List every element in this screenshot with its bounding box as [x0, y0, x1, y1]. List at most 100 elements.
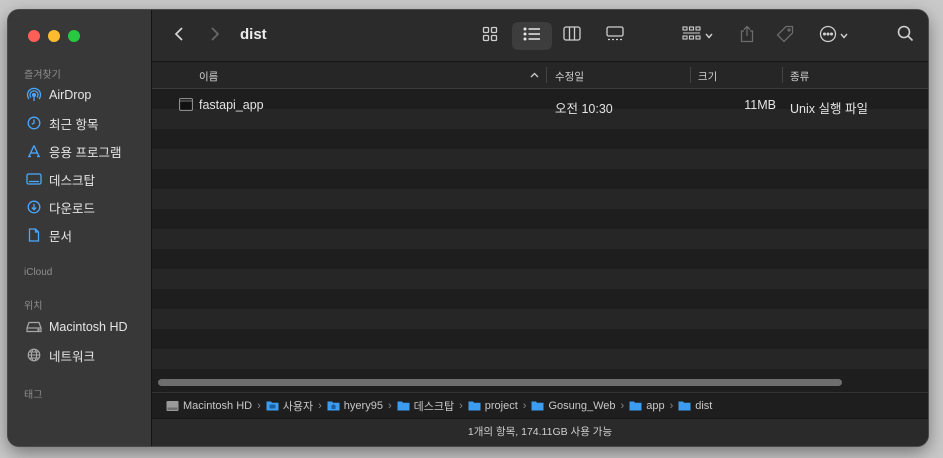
column-header-name[interactable]: 이름	[199, 69, 218, 84]
chevron-up-icon[interactable]	[530, 72, 539, 78]
path-crumb-users[interactable]: 사용자	[266, 398, 313, 414]
hard-drive-icon	[166, 400, 179, 412]
grid-icon	[482, 26, 498, 47]
zoom-button[interactable]	[68, 30, 80, 42]
share-button[interactable]	[734, 22, 760, 50]
file-modified: 오전 10:30	[555, 102, 613, 116]
sidebar-item-label: 데스크탑	[49, 173, 96, 188]
column-divider[interactable]	[690, 67, 691, 83]
sidebar-section-favorites: 즐겨찾기	[24, 70, 61, 81]
sidebar-section-locations: 위치	[24, 301, 43, 312]
desktop-icon	[26, 171, 42, 187]
folder-icon	[531, 400, 544, 411]
path-crumb-gosung-web[interactable]: Gosung_Web	[531, 400, 616, 412]
document-icon	[26, 227, 42, 243]
tag-button[interactable]	[772, 22, 798, 50]
path-crumb-home[interactable]: hyery95	[327, 400, 383, 412]
main-pane: dist 이름 수정일 크기 종류 fastapi_app 오전 10:30 1…	[152, 10, 928, 446]
traffic-lights	[28, 30, 80, 42]
close-button[interactable]	[28, 30, 40, 42]
path-separator: ›	[620, 399, 625, 412]
column-header-modified[interactable]: 수정일	[555, 69, 584, 84]
network-icon	[26, 347, 42, 363]
file-size: 11MB	[744, 98, 776, 112]
more-actions-button[interactable]	[814, 22, 852, 50]
chevron-down-icon	[839, 33, 848, 39]
path-separator: ›	[387, 399, 392, 412]
sidebar-item-label: 응용 프로그램	[49, 145, 122, 160]
toolbar: dist	[152, 10, 928, 62]
sidebar-item-macintosh-hd[interactable]: Macintosh HD	[18, 315, 144, 339]
table-row[interactable]: fastapi_app 오전 10:30 11MB Unix 실행 파일	[152, 95, 928, 116]
forward-button[interactable]	[202, 22, 228, 50]
search-button[interactable]	[892, 22, 918, 50]
horizontal-scrollbar[interactable]	[158, 377, 922, 387]
path-crumb-dist[interactable]: dist	[678, 400, 712, 412]
share-icon	[739, 25, 755, 48]
window-title: dist	[240, 26, 267, 43]
path-crumb-desktop[interactable]: 데스크탑	[397, 398, 454, 414]
folder-icon	[629, 400, 642, 411]
column-divider[interactable]	[546, 67, 547, 83]
list-icon	[523, 27, 541, 46]
ellipsis-circle-icon	[819, 25, 837, 48]
finder-window: 즐겨찾기 AirDrop 최근 항목 응용 프로그램 데스크탑 다운로드 문서 …	[8, 10, 928, 446]
sidebar-section-icloud: iCloud	[24, 267, 53, 278]
status-bar: 1개의 항목, 174.11GB 사용 가능	[152, 418, 928, 446]
path-separator: ›	[318, 399, 322, 412]
gallery-view-button[interactable]	[600, 22, 630, 50]
path-separator: ›	[522, 399, 527, 412]
group-button[interactable]	[676, 22, 718, 50]
column-header-size[interactable]: 크기	[698, 69, 717, 84]
chevron-left-icon	[174, 26, 184, 47]
column-divider[interactable]	[782, 67, 783, 83]
path-separator: ›	[257, 399, 261, 412]
sidebar-item-recents[interactable]: 최근 항목	[18, 111, 144, 135]
home-folder-icon	[327, 400, 340, 411]
folder-icon	[266, 400, 279, 411]
group-grid-icon	[681, 25, 702, 47]
download-icon	[26, 199, 42, 215]
sidebar: 즐겨찾기 AirDrop 최근 항목 응용 프로그램 데스크탑 다운로드 문서 …	[8, 10, 152, 446]
sidebar-item-documents[interactable]: 문서	[18, 223, 144, 247]
gallery-icon	[606, 26, 624, 46]
sidebar-item-label: 네트워크	[49, 349, 96, 364]
sidebar-item-label: AirDrop	[49, 88, 92, 102]
airdrop-icon	[26, 87, 42, 103]
applications-icon	[26, 143, 42, 159]
file-list: fastapi_app 오전 10:30 11MB Unix 실행 파일	[152, 89, 928, 375]
chevron-down-icon	[704, 33, 713, 39]
sidebar-item-label: 문서	[49, 229, 73, 244]
scrollbar-thumb[interactable]	[158, 379, 842, 386]
minimize-button[interactable]	[48, 30, 60, 42]
folder-icon	[468, 400, 481, 411]
chevron-right-icon	[210, 26, 220, 47]
executable-file-icon	[179, 98, 193, 114]
column-view-button[interactable]	[558, 22, 586, 50]
sidebar-item-network[interactable]: 네트워크	[18, 343, 144, 367]
tag-icon	[776, 25, 794, 48]
sidebar-item-label: Macintosh HD	[49, 320, 128, 334]
path-crumb-project[interactable]: project	[468, 400, 518, 412]
file-name: fastapi_app	[199, 98, 264, 112]
path-crumb-macintosh-hd[interactable]: Macintosh HD	[166, 400, 252, 412]
search-icon	[897, 25, 914, 47]
folder-icon	[397, 400, 410, 411]
sidebar-item-airdrop[interactable]: AirDrop	[18, 83, 144, 107]
path-bar: Macintosh HD › 사용자 › hyery95 › 데스크탑 › pr…	[152, 392, 928, 418]
path-crumb-app[interactable]: app	[629, 400, 665, 412]
column-header-kind[interactable]: 종류	[790, 69, 809, 84]
path-separator: ›	[459, 399, 463, 412]
list-view-button[interactable]	[512, 22, 552, 50]
sidebar-item-label: 다운로드	[49, 201, 96, 216]
sidebar-section-tags: 태그	[24, 390, 43, 401]
path-separator: ›	[669, 399, 674, 412]
back-button[interactable]	[166, 22, 192, 50]
sidebar-item-downloads[interactable]: 다운로드	[18, 195, 144, 219]
icon-view-button[interactable]	[476, 22, 504, 50]
sidebar-item-desktop[interactable]: 데스크탑	[18, 167, 144, 191]
hard-drive-icon	[26, 319, 42, 335]
sidebar-item-label: 최근 항목	[49, 117, 99, 132]
sidebar-item-applications[interactable]: 응용 프로그램	[18, 139, 144, 163]
file-kind: Unix 실행 파일	[790, 102, 868, 116]
